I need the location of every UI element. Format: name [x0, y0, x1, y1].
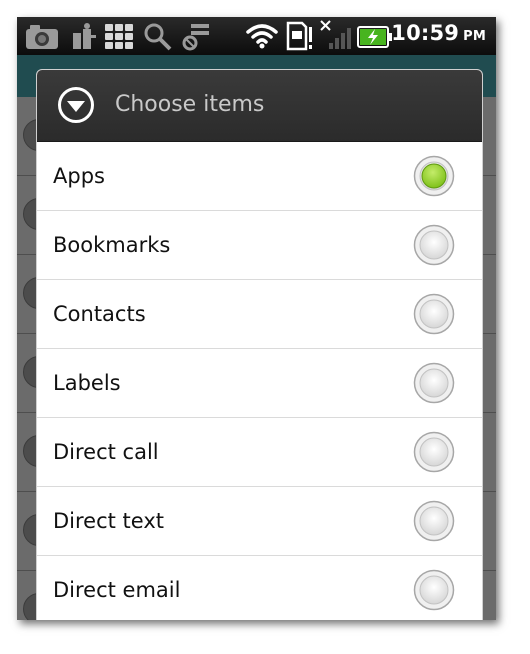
radio-button[interactable] — [413, 224, 455, 266]
dialog-title: Choose items — [115, 92, 265, 117]
list-item-label: Direct email — [53, 578, 181, 602]
usb-debug-icon — [73, 23, 96, 49]
list-item[interactable]: Direct email — [37, 556, 482, 620]
dropdown-arrow-circle-icon — [58, 87, 94, 123]
list-item[interactable]: Labels — [37, 349, 482, 418]
clock-ampm: PM — [463, 29, 486, 44]
no-signal-icon — [320, 20, 351, 49]
list-item-label: Direct text — [53, 509, 164, 533]
list-item-label: Contacts — [53, 302, 146, 326]
radio-button-selected[interactable] — [413, 155, 455, 197]
list-item-label: Apps — [53, 164, 105, 188]
status-bar: 10:59 PM — [17, 17, 496, 55]
dialog-header: Choose items — [37, 70, 482, 142]
radio-button[interactable] — [413, 500, 455, 542]
choose-items-dialog: Choose items Apps Bookmarks Contacts Labels… — [36, 69, 483, 620]
radio-button[interactable] — [413, 431, 455, 473]
list-item[interactable]: Bookmarks — [37, 211, 482, 280]
radio-button[interactable] — [413, 569, 455, 611]
wifi-icon — [246, 24, 278, 49]
list-item[interactable]: Direct call — [37, 418, 482, 487]
grid-icon — [105, 24, 133, 49]
radio-button[interactable] — [413, 362, 455, 404]
sim-alert-icon — [286, 21, 312, 51]
sd-card-icon — [182, 24, 209, 51]
list-item-label: Labels — [53, 371, 121, 395]
clock-time: 10:59 — [391, 21, 460, 45]
status-clock: 10:59 PM — [391, 21, 486, 45]
battery-charging-icon — [357, 26, 392, 48]
list-item[interactable]: Apps — [37, 142, 482, 211]
radio-button[interactable] — [413, 293, 455, 335]
search-settings-icon — [144, 23, 172, 51]
phone-screen: 10:59 PM Choose items Apps Bookmarks Contac… — [17, 17, 496, 620]
list-item[interactable]: Contacts — [37, 280, 482, 349]
camera-icon — [26, 25, 58, 49]
list-item-label: Direct call — [53, 440, 159, 464]
items-list: Apps Bookmarks Contacts Labels Direct call Di… — [37, 142, 482, 620]
list-item-label: Bookmarks — [53, 233, 171, 257]
list-item[interactable]: Direct text — [37, 487, 482, 556]
